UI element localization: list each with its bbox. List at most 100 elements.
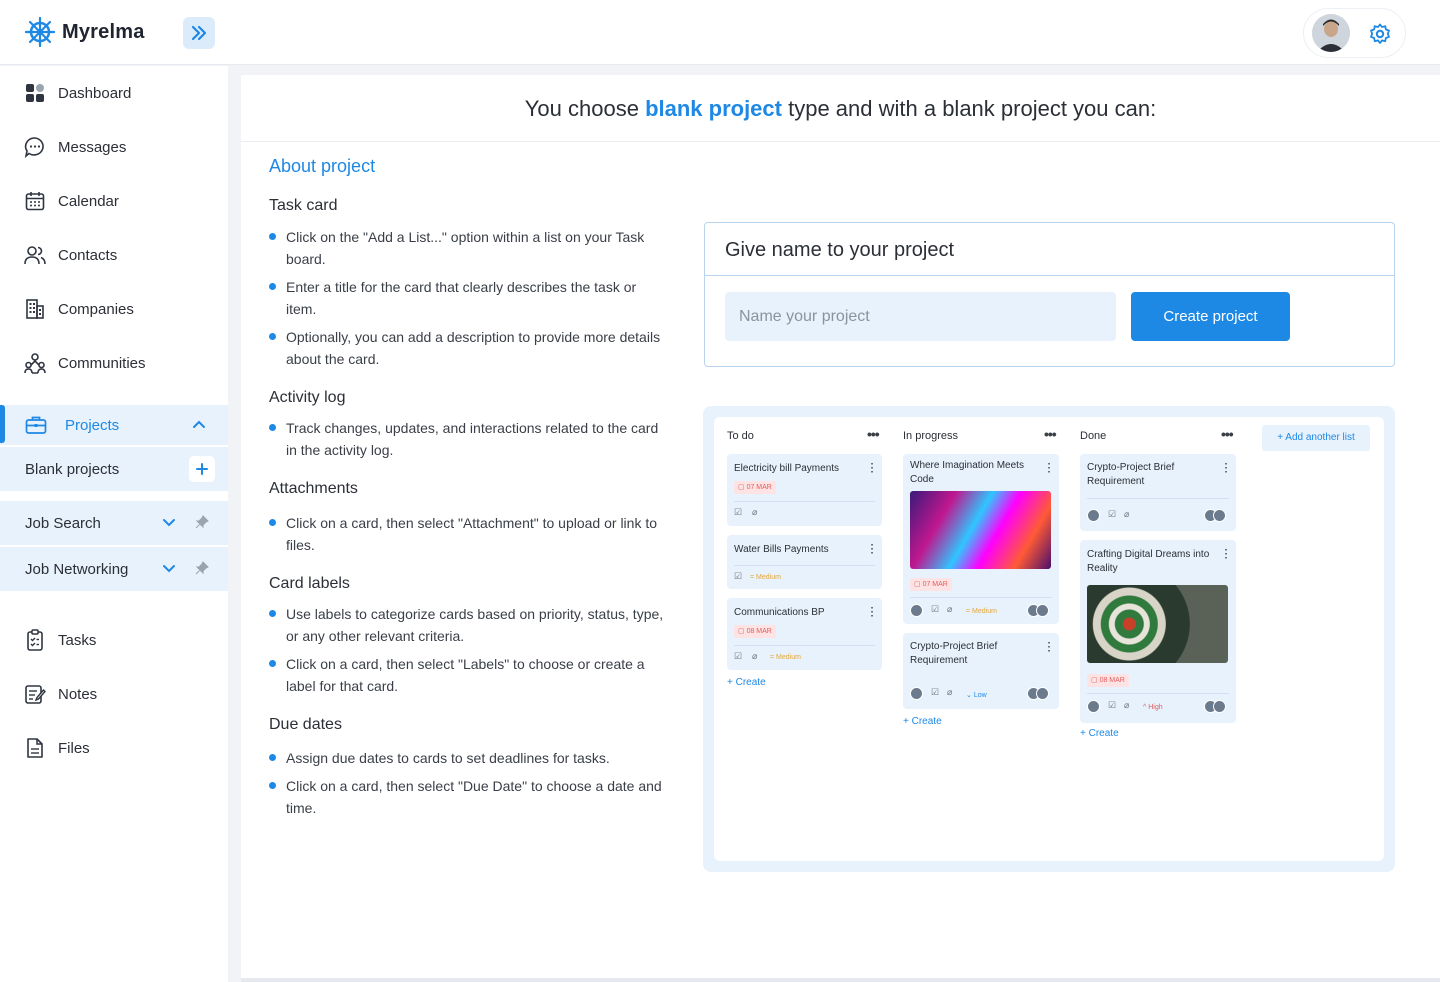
bullet-item: Click on a card, then select "Attachment… [269, 512, 669, 556]
section-heading-card-labels: Card labels [269, 575, 350, 592]
briefcase-icon [24, 413, 48, 437]
card-menu-icon[interactable]: · · · [1225, 546, 1228, 564]
gear-icon [1370, 23, 1390, 44]
card-divider [734, 501, 875, 502]
sidebar-item-dashboard[interactable]: Dashboard [0, 73, 228, 113]
contacts-icon [24, 244, 46, 266]
sidebar-item-label: Contacts [58, 246, 118, 264]
chevron-down-icon[interactable] [161, 561, 177, 582]
task-card[interactable]: Crypto-Project Brief Requirement · · · ☑ ⌀ [1080, 454, 1236, 531]
column-menu-icon[interactable]: ••• [1221, 427, 1234, 441]
sidebar-item-label: Dashboard [58, 84, 132, 102]
card-divider [1087, 498, 1229, 499]
sidebar-item-label: Notes [58, 685, 98, 703]
checklist-icon: ☑ [931, 687, 940, 697]
task-card[interactable]: Electricity bill Payments · · · ▢ 07 MAR ☑… [727, 454, 882, 526]
card-menu-icon[interactable]: · · · [1048, 639, 1051, 657]
due-date-badge: ▢ 07 MAR [734, 481, 776, 494]
pin-icon[interactable] [195, 561, 209, 580]
priority-label: ⌄ Low [966, 692, 987, 699]
sidebar-item-label: Companies [58, 300, 134, 318]
task-card[interactable]: Crypto-Project Brief Requirement · · · ☑ ⌀… [903, 633, 1059, 709]
add-another-list-button[interactable]: + Add another list [1262, 425, 1370, 451]
avatar [910, 687, 923, 700]
sidebar-item-tasks[interactable]: Tasks [0, 620, 228, 660]
due-date-text: 08 MAR [746, 628, 772, 635]
sidebar-item-notes[interactable]: Notes [0, 674, 228, 714]
sidebar-item-calendar[interactable]: Calendar [0, 181, 228, 221]
checklist-icon: ☑ [734, 651, 743, 661]
bullet-item: Use labels to categorize cards based on … [269, 603, 669, 647]
sidebar-subitem-job-networking[interactable]: Job Networking [0, 547, 228, 591]
column-menu-icon[interactable]: ••• [1044, 427, 1057, 441]
top-bar: Myrelma [0, 0, 1440, 65]
project-name-input[interactable] [725, 292, 1116, 341]
avatar[interactable] [1312, 14, 1350, 52]
task-card[interactable]: Water Bills Payments · · · ☑ = Medium [727, 535, 882, 589]
title-highlight: blank project [645, 96, 782, 121]
card-title: Communications BP [734, 607, 825, 618]
card-menu-icon[interactable]: · · · [871, 604, 874, 622]
column-title: Done [1080, 430, 1107, 442]
bullet-item: Track changes, updates, and interactions… [269, 417, 669, 461]
card-divider [1087, 693, 1229, 694]
task-card[interactable]: Communications BP · · · ▢ 08 MAR ☑ ⌀ = Med… [727, 598, 882, 670]
create-card-link[interactable]: + Create [903, 716, 942, 727]
create-text: Create [911, 716, 942, 727]
create-card-link[interactable]: + Create [1080, 728, 1119, 739]
sidebar-item-contacts[interactable]: Contacts [0, 235, 228, 275]
expand-sidebar-button[interactable] [183, 17, 215, 49]
title-text: type and with a blank project you can: [781, 96, 1157, 121]
create-card-link[interactable]: + Create [727, 677, 766, 688]
card-cover-image [1087, 585, 1228, 663]
card-cover-image [910, 491, 1051, 569]
app-logo[interactable]: Myrelma [24, 16, 145, 48]
sidebar-subitem-job-search[interactable]: Job Search [0, 501, 228, 545]
card-divider [910, 597, 1052, 598]
section-heading-activity-log: Activity log [269, 389, 346, 406]
avatar [1036, 604, 1049, 617]
sidebar-item-label: Communities [58, 354, 146, 372]
chevron-up-icon[interactable] [191, 416, 207, 437]
communities-icon [24, 352, 46, 374]
settings-button[interactable] [1368, 22, 1392, 46]
horizontal-scrollbar[interactable] [241, 978, 1440, 982]
paperclip-icon: ⌀ [752, 507, 758, 517]
card-menu-icon[interactable]: · · · [871, 541, 874, 559]
ship-wheel-icon [24, 16, 56, 48]
sidebar-item-files[interactable]: Files [0, 728, 228, 768]
create-project-button[interactable]: Create project [1131, 292, 1290, 341]
sidebar-item-label: Messages [58, 138, 127, 156]
sidebar-item-communities[interactable]: Communities [0, 343, 228, 383]
priority-text: High [1148, 704, 1163, 711]
priority-text: Medium [972, 608, 997, 615]
card-menu-icon[interactable]: · · · [871, 460, 874, 478]
avatar [1087, 700, 1100, 713]
sidebar-item-messages[interactable]: Messages [0, 127, 228, 167]
sidebar-subitem-blank-projects[interactable]: Blank projects [0, 447, 228, 491]
task-card[interactable]: Where Imagination Meets Code · · · ▢ 07 MA… [903, 454, 1059, 624]
card-menu-icon[interactable]: · · · [1048, 460, 1051, 478]
notes-icon [24, 683, 46, 705]
sidebar-item-companies[interactable]: Companies [0, 289, 228, 329]
bullet-item: Assign due dates to cards to set deadlin… [269, 747, 669, 769]
card-menu-icon[interactable]: · · · [1225, 460, 1228, 478]
section-heading-due-dates: Due dates [269, 716, 342, 733]
column-menu-icon[interactable]: ••• [867, 427, 880, 441]
sidebar-item-label: Projects [65, 416, 120, 434]
chat-bubble-icon [24, 136, 46, 158]
calendar-icon [24, 190, 46, 212]
file-icon [24, 737, 46, 759]
clipboard-icon [24, 629, 46, 651]
checklist-icon: ☑ [931, 604, 940, 614]
section-heading-task-card: Task card [269, 197, 338, 214]
sidebar-item-projects[interactable]: Projects [0, 405, 228, 445]
add-project-button[interactable] [189, 456, 215, 482]
due-date-badge: ▢ 08 MAR [1087, 674, 1129, 687]
card-title: Water Bills Payments [734, 544, 829, 555]
double-chevron-right-icon [191, 25, 207, 41]
chevron-down-icon[interactable] [161, 515, 177, 536]
task-card[interactable]: Crafting Digital Dreams into Reality · · ·… [1080, 540, 1236, 723]
checklist-icon: ☑ [734, 571, 743, 581]
pin-icon[interactable] [195, 515, 209, 534]
